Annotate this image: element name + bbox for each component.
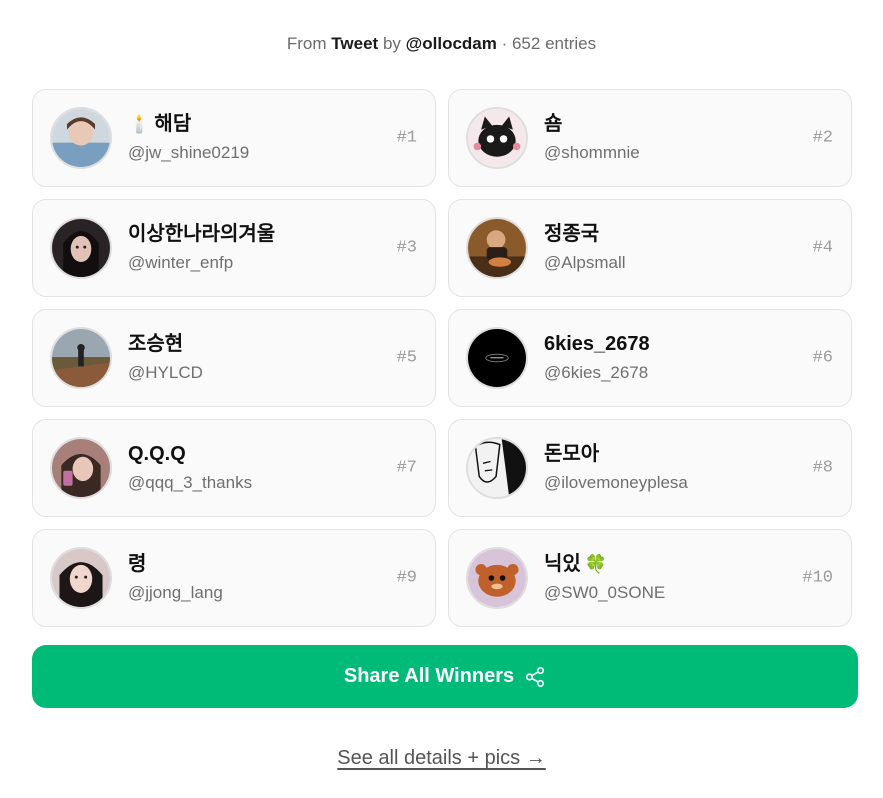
winner-card[interactable]: 령 @jjong_lang #9 [32,529,436,627]
avatar [466,327,528,389]
winner-rank: #5 [396,348,417,368]
winner-rank: #4 [812,238,833,258]
winner-rank: #1 [396,128,417,148]
avatar [466,547,528,609]
winner-handle[interactable]: @shommnie [544,141,640,165]
winner-card[interactable]: 숌 @shommnie #2 [448,89,852,187]
clover-icon: 🍀 [584,554,608,574]
winner-rank: #8 [812,458,833,478]
entries-count: · 652 entries [501,34,597,53]
winner-handle[interactable]: @jjong_lang [128,581,223,605]
winner-handle[interactable]: @Alpsmall [544,251,626,275]
winner-card[interactable]: Q.Q.Q @qqq_3_thanks #7 [32,419,436,517]
winner-card[interactable]: 닉있 🍀 @SW0_0SONE #10 [448,529,852,627]
avatar [466,107,528,169]
winner-card[interactable]: 정종국 @Alpsmall #4 [448,199,852,297]
share-all-winners-button[interactable]: Share All Winners [32,645,858,708]
winner-handle[interactable]: @SW0_0SONE [544,581,665,605]
winner-handle[interactable]: @HYLCD [128,361,203,385]
winner-rank: #6 [812,348,833,368]
winner-name: 돈모아 [544,443,600,465]
winner-rank: #2 [812,128,833,148]
winner-name: Q.Q.Q [128,443,186,465]
winner-rank: #7 [396,458,417,478]
avatar [50,217,112,279]
winner-name: 6kies_2678 [544,333,650,355]
source-line: From Tweet by @ollocdam · 652 entries [0,34,883,54]
winner-name: 닉있 🍀 [544,553,608,575]
share-icon [526,666,545,687]
winner-handle[interactable]: @6kies_2678 [544,361,650,385]
source-type: Tweet [331,34,379,53]
winner-name: 숌 [544,113,563,135]
winner-rank: #10 [802,568,833,588]
source-prefix: From [286,34,327,53]
winner-handle[interactable]: @jw_shine0219 [128,141,249,165]
winners-grid: 🕯️ 해담 @jw_shine0219 #1 숌 @shommnie #2 이상한… [32,89,852,627]
avatar [466,437,528,499]
winner-handle[interactable]: @ilovemoneyplesa [544,471,688,495]
avatar [466,217,528,279]
winner-rank: #9 [396,568,417,588]
winner-handle[interactable]: @winter_enfp [128,251,275,275]
see-all-details-link[interactable]: See all details + pics → [0,747,883,770]
winner-rank: #3 [396,238,417,258]
winner-card[interactable]: 6kies_2678 @6kies_2678 #6 [448,309,852,407]
avatar [50,437,112,499]
share-button-label: Share All Winners [343,665,515,687]
winner-card[interactable]: 🕯️ 해담 @jw_shine0219 #1 [32,89,436,187]
winner-card[interactable]: 조승현 @HYLCD #5 [32,309,436,407]
winner-card[interactable]: 돈모아 @ilovemoneyplesa #8 [448,419,852,517]
winner-name: 정종국 [544,223,600,245]
winner-card[interactable]: 이상한나라의겨울 @winter_enfp #3 [32,199,436,297]
avatar [50,547,112,609]
winner-name: 령 [128,553,147,575]
winner-name: 이상한나라의겨울 [128,223,276,245]
avatar [50,107,112,169]
source-by: by [382,34,401,53]
source-author[interactable]: @ollocdam [406,34,497,53]
winner-handle[interactable]: @qqq_3_thanks [128,471,252,495]
winner-name: 조승현 [128,333,184,355]
candle-icon: 🕯️ [128,114,151,134]
avatar [50,327,112,389]
winner-name: 🕯️ 해담 [128,113,192,135]
